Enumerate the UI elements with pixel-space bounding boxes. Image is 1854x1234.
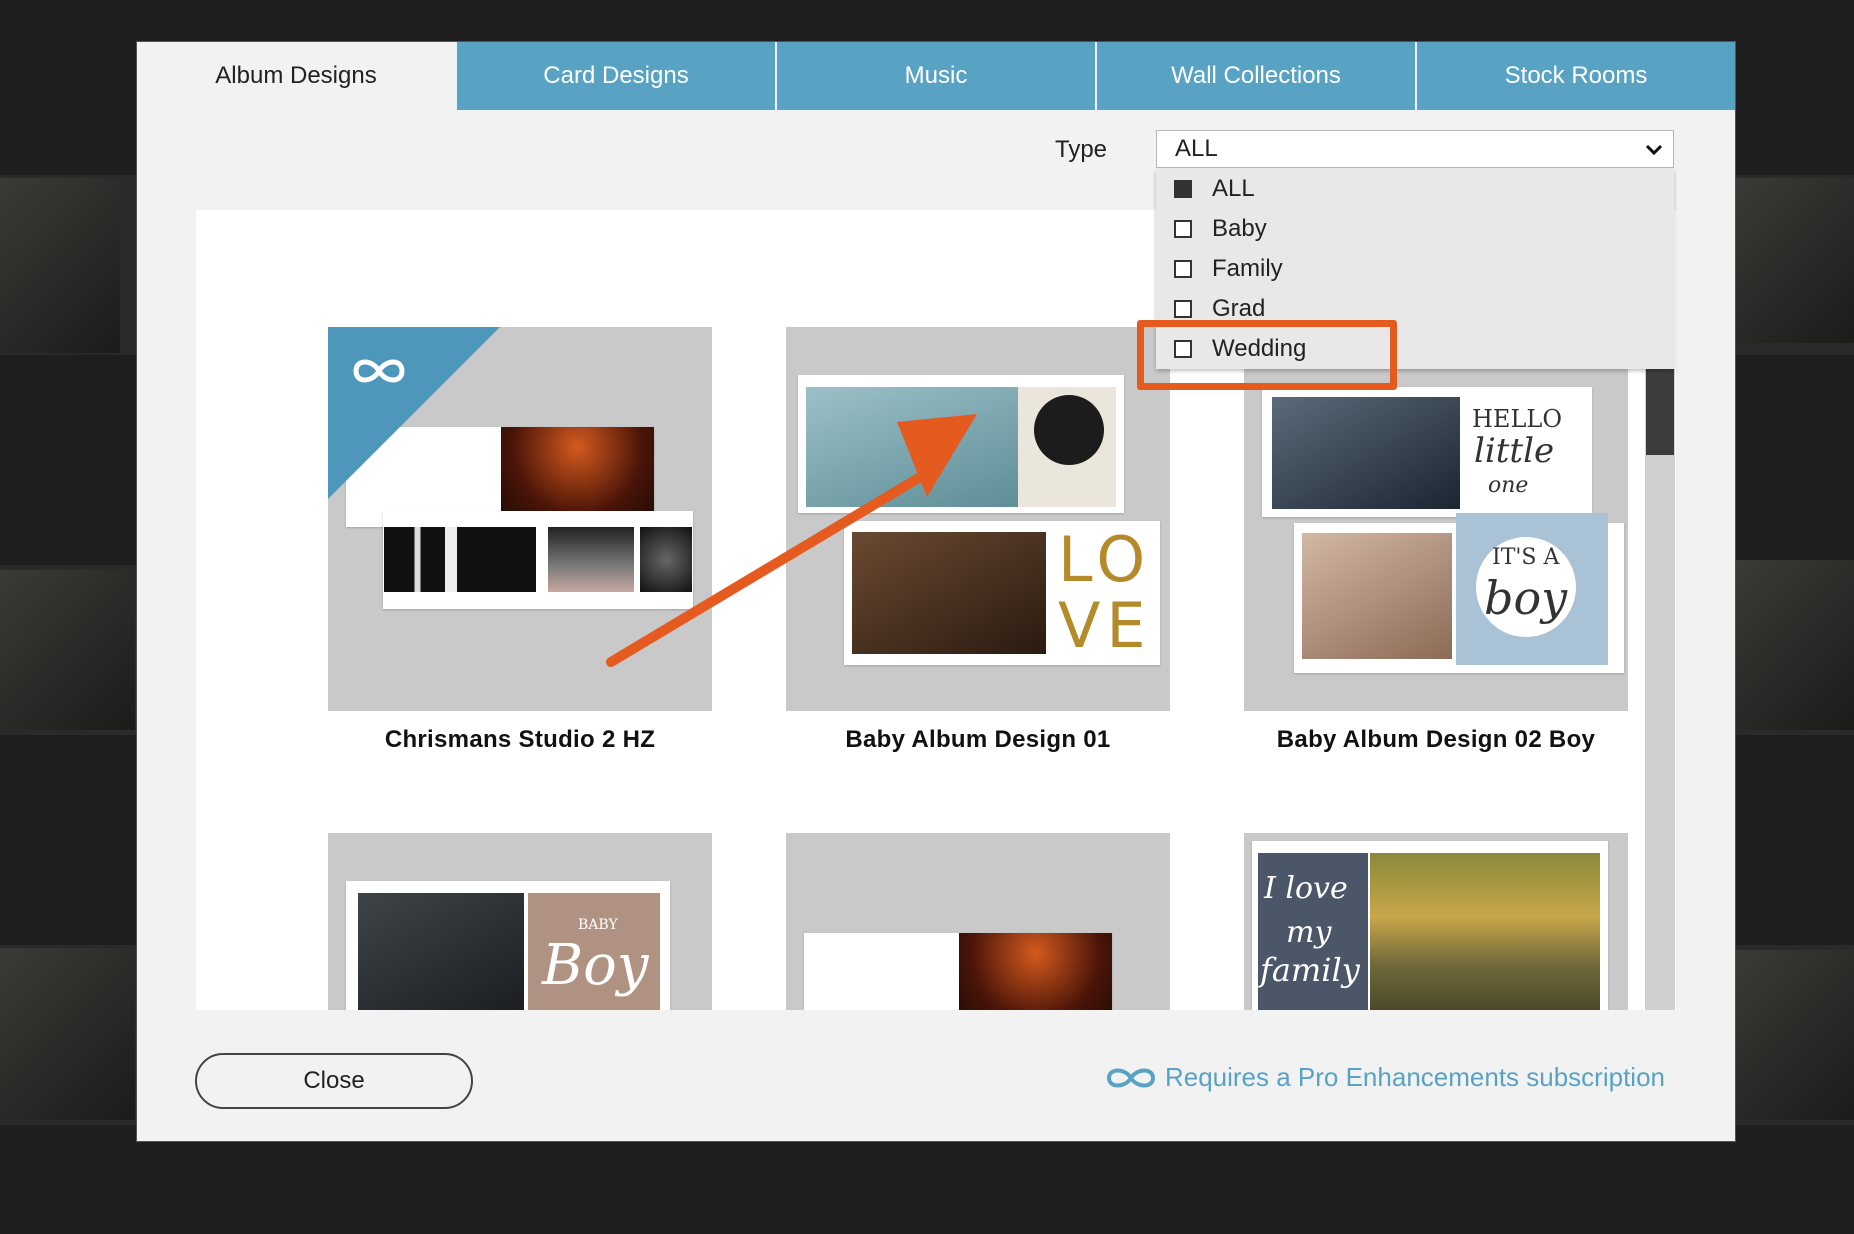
checkbox[interactable] <box>1174 300 1192 318</box>
tab-stock-rooms[interactable]: Stock Rooms <box>1415 42 1735 110</box>
pro-subscription-note: Requires a Pro Enhancements subscription <box>1105 1062 1665 1093</box>
i-love-text: I love <box>1264 871 1348 906</box>
photo <box>640 527 692 592</box>
design-title: Chrismans Studio 2 HZ <box>384 726 656 753</box>
hello-text: HELLO <box>1472 405 1562 433</box>
scrollbar-thumb[interactable] <box>1646 369 1674 455</box>
tab-album-designs[interactable]: Album Designs <box>137 42 455 110</box>
type-option-family[interactable]: Family <box>1156 249 1674 289</box>
background-photo <box>1736 560 1854 730</box>
checkbox[interactable] <box>1174 180 1192 198</box>
type-select[interactable]: ALL <box>1156 130 1674 168</box>
design-card[interactable]: Chrismans Studio 2 HZ <box>328 327 712 754</box>
design-thumbnail[interactable]: BABY Boy <box>328 833 712 1010</box>
background-photo <box>0 178 120 353</box>
tab-music[interactable]: Music <box>775 42 1095 110</box>
grid-scrollbar[interactable] <box>1645 369 1675 1010</box>
design-library-dialog: Album Designs Card Designs Music Wall Co… <box>137 42 1735 1141</box>
photo <box>1272 397 1460 509</box>
boy-text: boy <box>1484 571 1568 625</box>
design-thumbnail[interactable]: I love my family <box>1244 833 1628 1010</box>
photo <box>358 893 524 1010</box>
type-select-value: ALL <box>1175 135 1218 162</box>
love-text-bottom: VE <box>1058 589 1152 662</box>
type-filter-label: Type <box>1055 136 1108 163</box>
option-label: Family <box>1212 255 1283 282</box>
background-photo <box>0 948 135 1120</box>
photo <box>548 527 634 592</box>
photo <box>1370 853 1600 1010</box>
checkbox[interactable] <box>1174 220 1192 238</box>
checkbox[interactable] <box>1174 260 1192 278</box>
type-option-baby[interactable]: Baby <box>1156 209 1674 249</box>
design-card[interactable]: I love my family <box>1244 833 1628 1010</box>
infinity-icon <box>353 359 405 383</box>
my-text: my <box>1286 915 1332 950</box>
design-title: Baby Album Design 02 Boy <box>1276 726 1596 753</box>
design-card[interactable] <box>786 833 1170 1010</box>
background-photo <box>0 570 135 730</box>
design-card[interactable]: HELLO little one IT'S A boy Baby Album D… <box>1244 327 1628 754</box>
design-card[interactable]: BABY Boy <box>328 833 712 1010</box>
tab-card-designs[interactable]: Card Designs <box>455 42 775 110</box>
baby-text: BABY <box>578 917 618 933</box>
photo <box>384 527 536 592</box>
photo <box>959 933 1112 1010</box>
type-option-all[interactable]: ALL <box>1156 169 1674 209</box>
design-card[interactable]: LO VE Baby Album Design 01 <box>786 327 1170 754</box>
option-label: ALL <box>1212 175 1255 202</box>
photo <box>806 387 1018 507</box>
photo <box>1034 395 1104 465</box>
background-photo <box>1736 950 1854 1120</box>
photo <box>852 532 1046 654</box>
one-text: one <box>1488 473 1529 498</box>
pro-note-text: Requires a Pro Enhancements subscription <box>1164 1062 1665 1092</box>
close-button[interactable]: Close <box>195 1053 473 1109</box>
little-text: little <box>1474 431 1555 471</box>
background-photo <box>1736 178 1854 343</box>
option-label: Grad <box>1212 295 1266 322</box>
tab-bar: Album Designs Card Designs Music Wall Co… <box>137 42 1735 110</box>
tab-wall-collections[interactable]: Wall Collections <box>1095 42 1415 110</box>
design-thumbnail[interactable]: LO VE <box>786 327 1170 711</box>
family-text: family <box>1260 951 1360 989</box>
infinity-icon <box>1106 1068 1155 1087</box>
wedding-highlight-box <box>1137 320 1397 390</box>
design-thumbnail[interactable] <box>786 833 1170 1010</box>
design-thumbnail[interactable] <box>328 327 712 711</box>
love-text-top: LO <box>1058 523 1152 596</box>
design-title: Baby Album Design 01 <box>845 726 1111 753</box>
boy-text: Boy <box>542 933 649 998</box>
photo <box>1302 533 1452 659</box>
chevron-down-icon <box>1645 144 1663 156</box>
its-a-text: IT'S A <box>1492 545 1560 570</box>
option-label: Baby <box>1212 215 1267 242</box>
